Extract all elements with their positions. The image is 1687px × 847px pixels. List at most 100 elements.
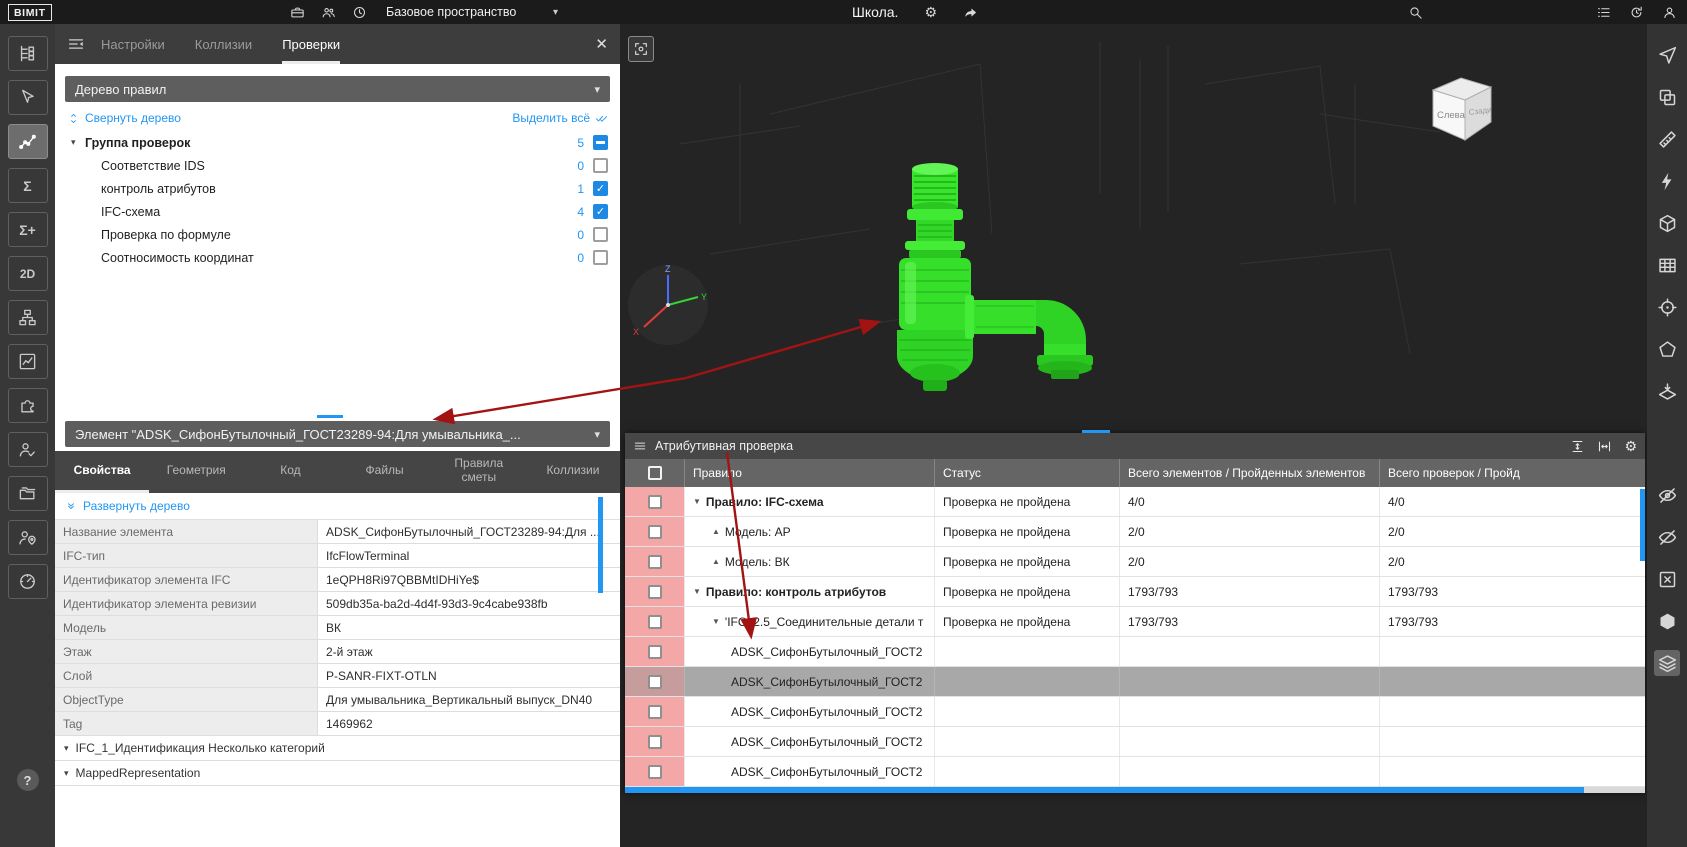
element-tab[interactable]: Правила сметы xyxy=(432,451,526,493)
tool-select-cursor[interactable] xyxy=(8,80,48,115)
help-button[interactable]: ? xyxy=(17,769,39,791)
tool-user-location[interactable] xyxy=(8,520,48,555)
row-marker[interactable]: ▲ xyxy=(712,527,720,536)
tool-isolate[interactable] xyxy=(1654,608,1680,634)
tool-plugins[interactable] xyxy=(8,388,48,423)
share-icon[interactable] xyxy=(963,5,978,20)
tree-item[interactable]: Соответствие IDS 0 xyxy=(65,154,610,177)
tree-item-checkbox[interactable] xyxy=(593,227,608,242)
panel-tab[interactable]: Проверки xyxy=(282,24,340,64)
property-value[interactable]: 1469962 xyxy=(318,712,620,735)
element-tab[interactable]: Свойства xyxy=(55,451,149,493)
element-tab[interactable]: Коллизии xyxy=(526,451,620,493)
tool-locate[interactable] xyxy=(1654,294,1680,320)
select-all-link[interactable]: Выделить всё xyxy=(512,111,608,125)
horizontal-scrollbar[interactable] xyxy=(625,787,1584,793)
tree-item-checkbox[interactable] xyxy=(593,135,608,150)
row-checkbox[interactable] xyxy=(648,675,662,689)
tool-layers[interactable] xyxy=(1654,650,1680,676)
panel-resize-handle[interactable] xyxy=(317,415,343,418)
projects-briefcase-icon[interactable] xyxy=(290,5,305,20)
panel-tab[interactable]: Коллизии xyxy=(195,24,252,64)
bimit-logo[interactable]: BIMIT xyxy=(8,4,52,21)
row-checkbox[interactable] xyxy=(648,525,662,539)
tree-item[interactable]: Проверка по формуле 0 xyxy=(65,223,610,246)
viewport-3d[interactable]: Z Y X Слева Сзади xyxy=(620,24,1647,847)
tree-item[interactable]: Соотносимость координат 0 xyxy=(65,246,610,269)
table-row[interactable]: ADSK_СифонБутылочный_ГОСТ2 xyxy=(625,667,1645,697)
column-header-rule[interactable]: Правило xyxy=(685,459,935,487)
table-row[interactable]: ▲ Модель: АР Проверка не пройдена 2/0 2/… xyxy=(625,517,1645,547)
sync-history-icon[interactable] xyxy=(1629,5,1644,20)
table-row[interactable]: ADSK_СифонБутылочный_ГОСТ2 xyxy=(625,757,1645,787)
fit-height-icon[interactable] xyxy=(1570,439,1585,454)
property-value[interactable]: 2-й этаж xyxy=(318,640,620,663)
tree-item[interactable]: ▾ Группа проверок 5 xyxy=(65,131,610,154)
property-value[interactable]: IfcFlowTerminal xyxy=(318,544,620,567)
tool-dashboard[interactable] xyxy=(8,564,48,599)
row-marker[interactable]: ▼ xyxy=(712,617,720,626)
row-checkbox[interactable] xyxy=(648,765,662,779)
table-row[interactable]: ▼ Правило: контроль атрибутов Проверка н… xyxy=(625,577,1645,607)
element-tab[interactable]: Код xyxy=(243,451,337,493)
tool-2d-view[interactable]: 2D xyxy=(8,256,48,291)
properties-scrollbar[interactable] xyxy=(598,497,603,593)
row-checkbox[interactable] xyxy=(648,555,662,569)
tool-user-tasks[interactable] xyxy=(8,432,48,467)
tree-item-checkbox[interactable] xyxy=(593,181,608,196)
table-menu-icon[interactable] xyxy=(633,439,647,453)
property-value[interactable]: ADSK_СифонБутылочный_ГОСТ23289-94:Для ..… xyxy=(318,520,620,543)
tool-copy-view[interactable] xyxy=(1654,84,1680,110)
tree-item[interactable]: контроль атрибутов 1 xyxy=(65,177,610,200)
element-tab[interactable]: Геометрия xyxy=(149,451,243,493)
column-header-elements[interactable]: Всего элементов / Пройденных элементов xyxy=(1120,459,1380,487)
table-row[interactable]: ▼ Правило: IFC-схема Проверка не пройден… xyxy=(625,487,1645,517)
tool-grid-table[interactable] xyxy=(1654,252,1680,278)
tree-item-checkbox[interactable] xyxy=(593,250,608,265)
property-value[interactable]: Для умывальника_Вертикальный выпуск_DN40 xyxy=(318,688,620,711)
row-checkbox[interactable] xyxy=(648,735,662,749)
navigation-cube[interactable]: Слева Сзади xyxy=(1425,68,1497,148)
cube-face-label[interactable]: Слева xyxy=(1437,110,1466,121)
row-checkbox[interactable] xyxy=(648,645,662,659)
row-marker[interactable]: ▲ xyxy=(712,557,720,566)
table-row[interactable]: ▲ Модель: ВК Проверка не пройдена 2/0 2/… xyxy=(625,547,1645,577)
close-panel-icon[interactable]: ✕ xyxy=(595,35,608,53)
collapse-tree-link[interactable]: Свернуть дерево xyxy=(67,111,181,125)
table-row[interactable]: ▼ 'IFC_2.5_Соединительные детали т Прове… xyxy=(625,607,1645,637)
tool-hide-elements[interactable] xyxy=(1654,482,1680,508)
tree-item-marker[interactable]: ▾ xyxy=(71,137,85,148)
tool-deselect-all[interactable] xyxy=(1654,566,1680,592)
settings-gear-icon[interactable]: ⚙ xyxy=(924,5,937,19)
panel-menu-icon[interactable] xyxy=(67,35,85,53)
row-checkbox[interactable] xyxy=(648,705,662,719)
user-profile-icon[interactable] xyxy=(1662,5,1677,20)
tool-show-hidden[interactable] xyxy=(1654,524,1680,550)
tool-model-tree[interactable] xyxy=(8,36,48,71)
expand-tree-link[interactable]: Развернуть дерево xyxy=(55,493,620,520)
list-menu-icon[interactable] xyxy=(1596,5,1611,20)
tool-polygon-select[interactable] xyxy=(1654,336,1680,362)
tool-navigate[interactable] xyxy=(1654,42,1680,68)
row-marker[interactable]: ▼ xyxy=(693,497,701,506)
rules-tree-header[interactable]: Дерево правил ▾ xyxy=(65,76,610,102)
property-group[interactable]: ▾ IFC_1_Идентификация Несколько категори… xyxy=(55,736,620,761)
table-row[interactable]: ADSK_СифонБутылочный_ГОСТ2 xyxy=(625,727,1645,757)
search-icon[interactable] xyxy=(1408,5,1423,20)
property-group[interactable]: ▾ MappedRepresentation xyxy=(55,761,620,786)
element-selector[interactable]: Элемент "ADSK_СифонБутылочный_ГОСТ23289-… xyxy=(65,421,610,447)
table-row[interactable]: ADSK_СифонБутылочный_ГОСТ2 xyxy=(625,697,1645,727)
tool-sum[interactable]: Σ xyxy=(8,168,48,203)
tool-measure[interactable] xyxy=(1654,126,1680,152)
tool-hierarchy[interactable] xyxy=(8,300,48,335)
tool-clip-plane[interactable] xyxy=(1654,378,1680,404)
tool-charts[interactable] xyxy=(8,344,48,379)
workspace-selector[interactable]: Базовое пространство ▾ xyxy=(386,0,558,24)
vertical-scrollbar[interactable] xyxy=(1640,489,1645,561)
tool-sum-add[interactable]: Σ+ xyxy=(8,212,48,247)
property-value[interactable]: 1eQPH8Ri97QBBMtIDHiYe$ xyxy=(318,568,620,591)
column-header-status[interactable]: Статус xyxy=(935,459,1120,487)
tree-item-checkbox[interactable] xyxy=(593,158,608,173)
property-value[interactable]: P-SANR-FIXT-OTLN xyxy=(318,664,620,687)
tree-item[interactable]: IFC-схема 4 xyxy=(65,200,610,223)
